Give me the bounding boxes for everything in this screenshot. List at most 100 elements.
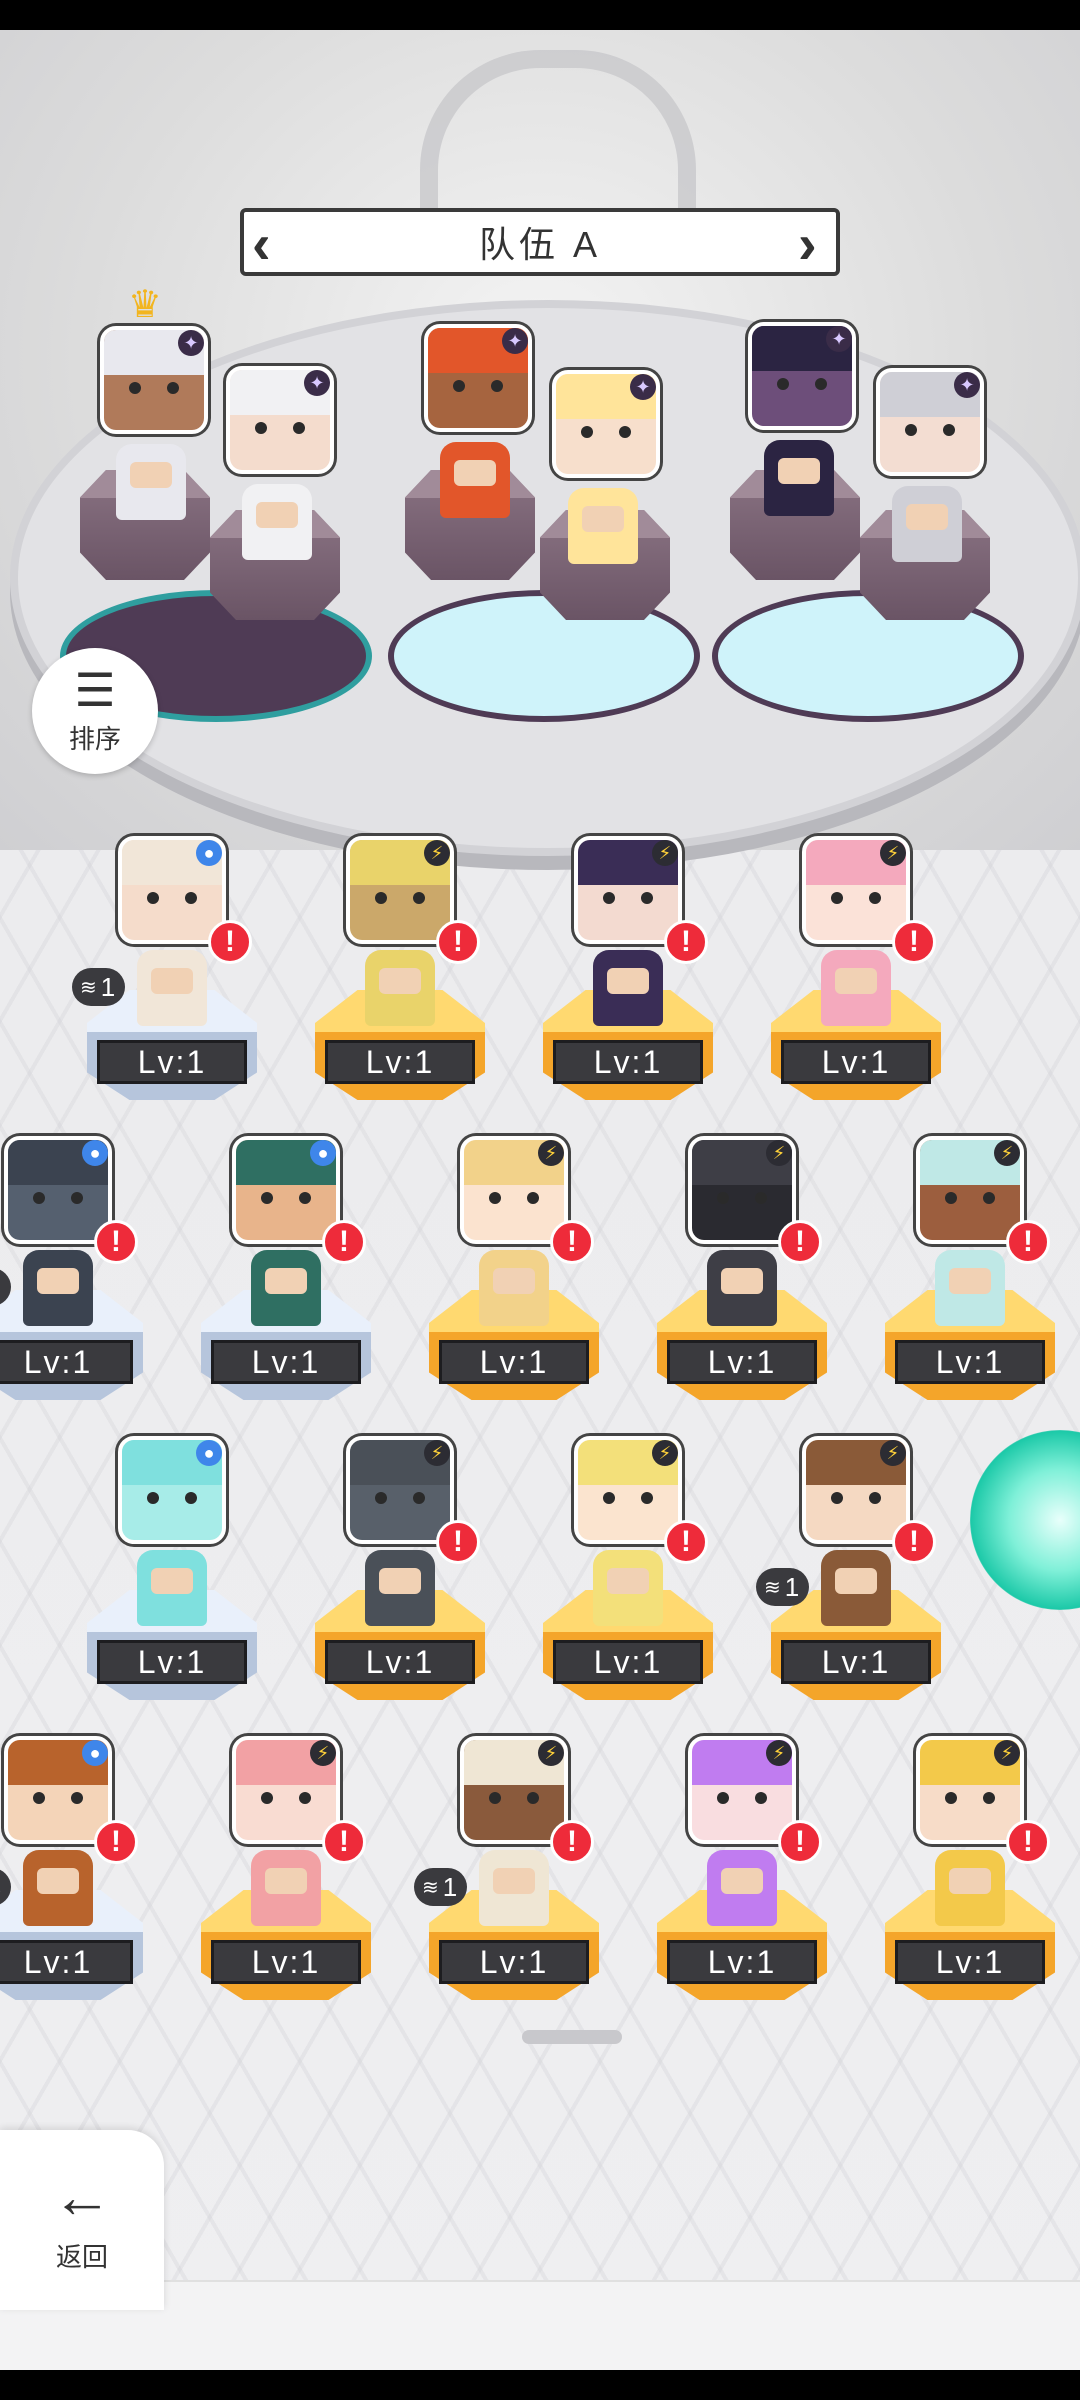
hero-sprite[interactable] <box>137 1550 207 1626</box>
hero-portrait[interactable]: ⚡ <box>346 1436 454 1544</box>
hero-sprite[interactable] <box>251 1250 321 1326</box>
alert-badge-icon: ! <box>892 1520 936 1564</box>
hero-portrait[interactable]: ⚡ <box>916 1736 1024 1844</box>
hero-portrait[interactable]: ⚡ <box>688 1136 796 1244</box>
hero-sprite[interactable] <box>707 1850 777 1926</box>
hero-portrait[interactable]: ● <box>4 1136 112 1244</box>
alert-badge-icon: ! <box>94 1820 138 1864</box>
crown-icon: ♛ <box>128 284 163 326</box>
hero-portrait[interactable]: ⚡ <box>346 836 454 944</box>
eye <box>869 892 881 904</box>
hero-portrait[interactable]: ● <box>118 1436 226 1544</box>
hero-sprite[interactable] <box>821 1550 891 1626</box>
portrait-eyes <box>489 1192 539 1204</box>
eye <box>603 1492 615 1504</box>
portrait-eyes <box>375 1492 425 1504</box>
hero-sprite[interactable] <box>593 1550 663 1626</box>
hero-portrait[interactable]: ⚡ <box>574 836 682 944</box>
portrait-eyes <box>603 1492 653 1504</box>
sort-label: 排序 <box>68 723 121 754</box>
scroll-handle[interactable] <box>522 2030 622 2044</box>
alert-badge-icon: ! <box>94 1220 138 1264</box>
eye <box>755 1792 767 1804</box>
eye <box>261 1792 273 1804</box>
stack-count-badge: ≋1 <box>72 968 126 1006</box>
stack-count-badge: ≋1 <box>414 1868 468 1906</box>
team-title-banner[interactable]: ‹ 队伍 A › <box>240 208 840 276</box>
eye <box>413 1492 425 1504</box>
hero-portrait[interactable]: ⚡ <box>460 1736 568 1844</box>
water-element-icon: ● <box>196 840 222 866</box>
eye <box>905 424 917 436</box>
hero-sprite[interactable] <box>23 1250 93 1326</box>
star-element-icon: ✦ <box>630 374 656 400</box>
lightning-element-icon: ⚡ <box>538 1140 564 1166</box>
hero-portrait[interactable]: ⚡ <box>916 1136 1024 1244</box>
level-label: Lv:1 <box>781 1040 931 1084</box>
hero-portrait[interactable]: ● <box>232 1136 340 1244</box>
eye <box>619 426 631 438</box>
hero-sprite[interactable] <box>23 1850 93 1926</box>
portrait-eyes <box>905 424 955 436</box>
eye <box>33 1792 45 1804</box>
stack-icon: ≋ <box>80 976 97 999</box>
chevron-right-icon[interactable]: › <box>798 216 828 272</box>
eye <box>815 378 827 390</box>
eye <box>717 1192 729 1204</box>
hero-portrait[interactable]: ● <box>4 1736 112 1844</box>
alert-badge-icon: ! <box>1006 1820 1050 1864</box>
eye <box>453 380 465 392</box>
sort-button[interactable]: ☰ 排序 <box>32 648 158 774</box>
level-label: Lv:1 <box>439 1940 589 1984</box>
eye <box>147 1492 159 1504</box>
team-title: 队伍 A <box>478 224 601 265</box>
lightning-element-icon: ⚡ <box>766 1140 792 1166</box>
hero-portrait[interactable]: ● <box>118 836 226 944</box>
eye <box>641 1492 653 1504</box>
alert-badge-icon: ! <box>778 1820 822 1864</box>
chevron-left-icon[interactable]: ‹ <box>252 216 282 272</box>
team-slot-portrait[interactable]: ✦ <box>226 366 334 474</box>
hero-portrait[interactable]: ⚡ <box>232 1736 340 1844</box>
level-label: Lv:1 <box>0 1940 133 1984</box>
team-slot-portrait[interactable]: ✦ <box>552 370 660 478</box>
hero-sprite[interactable] <box>593 950 663 1026</box>
hero-portrait[interactable]: ⚡ <box>688 1736 796 1844</box>
hero-portrait[interactable]: ⚡ <box>574 1436 682 1544</box>
eye <box>581 426 593 438</box>
hero-sprite[interactable] <box>251 1850 321 1926</box>
lightning-element-icon: ⚡ <box>766 1740 792 1766</box>
star-element-icon: ✦ <box>304 370 330 396</box>
portrait-eyes <box>261 1792 311 1804</box>
back-button[interactable]: ← 返回 <box>0 2130 164 2310</box>
hero-portrait[interactable]: ⚡ <box>802 1436 910 1544</box>
hero-portrait[interactable]: ⚡ <box>802 836 910 944</box>
hero-sprite[interactable] <box>935 1250 1005 1326</box>
hero-sprite[interactable] <box>365 950 435 1026</box>
eye <box>71 1792 83 1804</box>
hero-sprite <box>764 440 834 516</box>
level-label: Lv:1 <box>895 1340 1045 1384</box>
water-element-icon: ● <box>310 1140 336 1166</box>
stack-count: 1 <box>784 1571 800 1602</box>
hero-sprite[interactable] <box>479 1250 549 1326</box>
hero-sprite[interactable] <box>935 1850 1005 1926</box>
hero-sprite[interactable] <box>365 1550 435 1626</box>
team-slot-portrait[interactable]: ✦ <box>424 324 532 432</box>
hero-portrait[interactable]: ⚡ <box>460 1136 568 1244</box>
team-slot-portrait[interactable]: ✦ <box>100 326 208 434</box>
eye <box>983 1192 995 1204</box>
portrait-eyes <box>945 1792 995 1804</box>
eye <box>491 380 503 392</box>
eye <box>293 422 305 434</box>
hero-sprite[interactable] <box>479 1850 549 1926</box>
level-label: Lv:1 <box>211 1940 361 1984</box>
hero-sprite[interactable] <box>821 950 891 1026</box>
hero-sprite[interactable] <box>137 950 207 1026</box>
eye <box>375 1492 387 1504</box>
team-slot-portrait[interactable]: ✦ <box>748 322 856 430</box>
team-slot-portrait[interactable]: ✦ <box>876 368 984 476</box>
alert-badge-icon: ! <box>550 1220 594 1264</box>
eye <box>831 1492 843 1504</box>
hero-sprite[interactable] <box>707 1250 777 1326</box>
